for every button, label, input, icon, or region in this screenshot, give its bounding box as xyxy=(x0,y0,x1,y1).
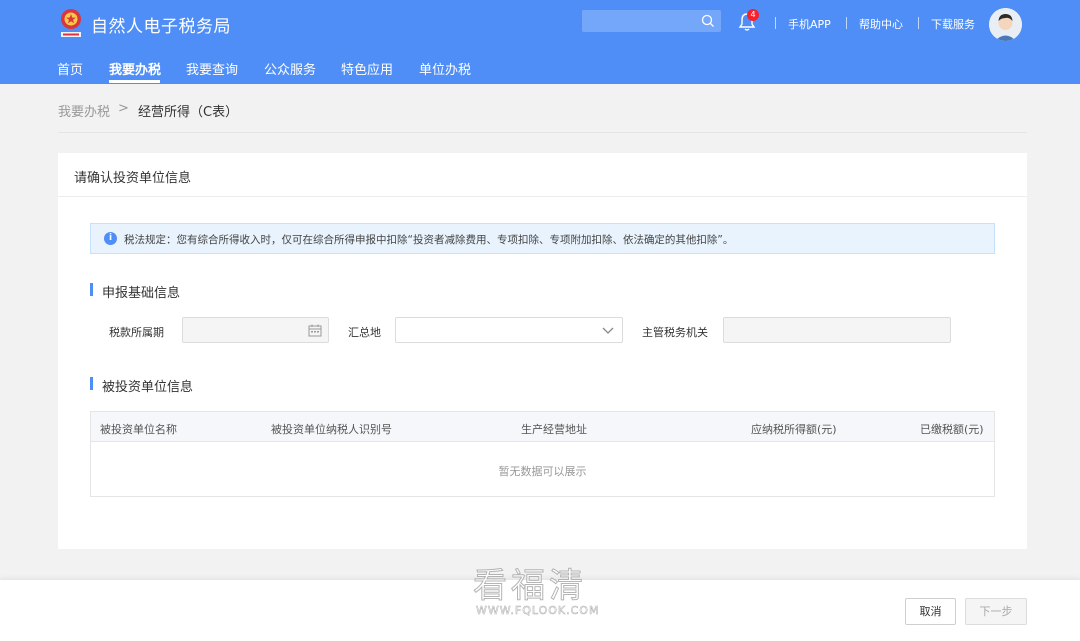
site-title[interactable]: 自然人电子税务局 xyxy=(91,12,231,37)
nav-unit-tax[interactable]: 单位办税 xyxy=(419,59,471,78)
basic-info-title: 申报基础信息 xyxy=(102,286,181,301)
region-label: 汇总地 xyxy=(348,326,381,339)
breadcrumb-root-link[interactable]: 我要办税 xyxy=(58,101,110,120)
search-input[interactable] xyxy=(582,10,721,32)
divider xyxy=(918,17,919,29)
watermark-logo: 看福清 xyxy=(473,566,587,607)
notification-badge: 4 xyxy=(747,9,759,21)
tax-law-notice: i 税法规定：您有综合所得收入时，仅可在综合所得申报中扣除“投资者减除费用、专项… xyxy=(90,223,995,254)
breadcrumb-divider xyxy=(58,132,1027,133)
column-header: 被投资单位名称 xyxy=(100,423,177,436)
help-center-link[interactable]: 帮助中心 xyxy=(859,16,903,32)
section-marker xyxy=(90,283,93,296)
breadcrumb-current: 经营所得（C表） xyxy=(138,105,239,120)
main-card: 请确认投资单位信息 i 税法规定：您有综合所得收入时，仅可在综合所得申报中扣除“… xyxy=(58,153,1027,549)
nav-featured-apps[interactable]: 特色应用 xyxy=(341,59,393,78)
nav-active-indicator xyxy=(109,80,160,83)
column-header: 生产经营地址 xyxy=(521,423,587,436)
top-header: 自然人电子税务局 4 手机APP 帮助中心 下载服务 首页 我要办税 我要查询 … xyxy=(0,0,1080,84)
section-marker xyxy=(90,377,93,390)
download-service-link[interactable]: 下载服务 xyxy=(931,16,975,32)
chevron-right-icon: > xyxy=(118,101,129,116)
card-divider xyxy=(58,196,1027,197)
period-field[interactable] xyxy=(182,317,329,343)
nav-home[interactable]: 首页 xyxy=(57,59,83,78)
column-header: 已缴税额(元) xyxy=(920,423,984,436)
authority-label: 主管税务机关 xyxy=(642,326,708,339)
avatar-icon xyxy=(989,8,1022,41)
cancel-button[interactable]: 取消 xyxy=(905,598,956,625)
invested-unit-title: 被投资单位信息 xyxy=(102,380,194,395)
watermark-url: WWW.FQLOOK.COM xyxy=(476,604,600,618)
search-icon[interactable] xyxy=(701,14,715,28)
calendar-icon[interactable] xyxy=(308,324,322,337)
nav-tax-handling[interactable]: 我要办税 xyxy=(109,59,161,78)
nav-query[interactable]: 我要查询 xyxy=(186,59,238,78)
region-select[interactable] xyxy=(395,317,623,343)
column-header: 被投资单位纳税人识别号 xyxy=(271,423,392,436)
nav-public-service[interactable]: 公众服务 xyxy=(264,59,316,78)
invested-unit-table: 被投资单位名称 被投资单位纳税人识别号 生产经营地址 应纳税所得额(元) 已缴税… xyxy=(90,411,995,497)
divider xyxy=(846,17,847,29)
authority-field[interactable] xyxy=(723,317,951,343)
column-header: 应纳税所得额(元) xyxy=(751,423,837,436)
divider xyxy=(775,17,776,29)
mobile-app-link[interactable]: 手机APP xyxy=(788,16,831,32)
table-header: 被投资单位名称 被投资单位纳税人识别号 生产经营地址 应纳税所得额(元) 已缴税… xyxy=(91,412,994,442)
chevron-down-icon xyxy=(602,327,614,334)
tax-emblem-icon[interactable] xyxy=(58,8,84,40)
empty-state-text: 暂无数据可以展示 xyxy=(498,465,587,478)
card-title: 请确认投资单位信息 xyxy=(74,171,192,186)
info-icon: i xyxy=(104,232,117,245)
period-label: 税款所属期 xyxy=(109,326,164,339)
user-avatar[interactable] xyxy=(989,8,1022,41)
notice-text: 税法规定：您有综合所得收入时，仅可在综合所得申报中扣除“投资者减除费用、专项扣除… xyxy=(124,234,734,246)
next-step-button[interactable]: 下一步 xyxy=(965,598,1027,625)
